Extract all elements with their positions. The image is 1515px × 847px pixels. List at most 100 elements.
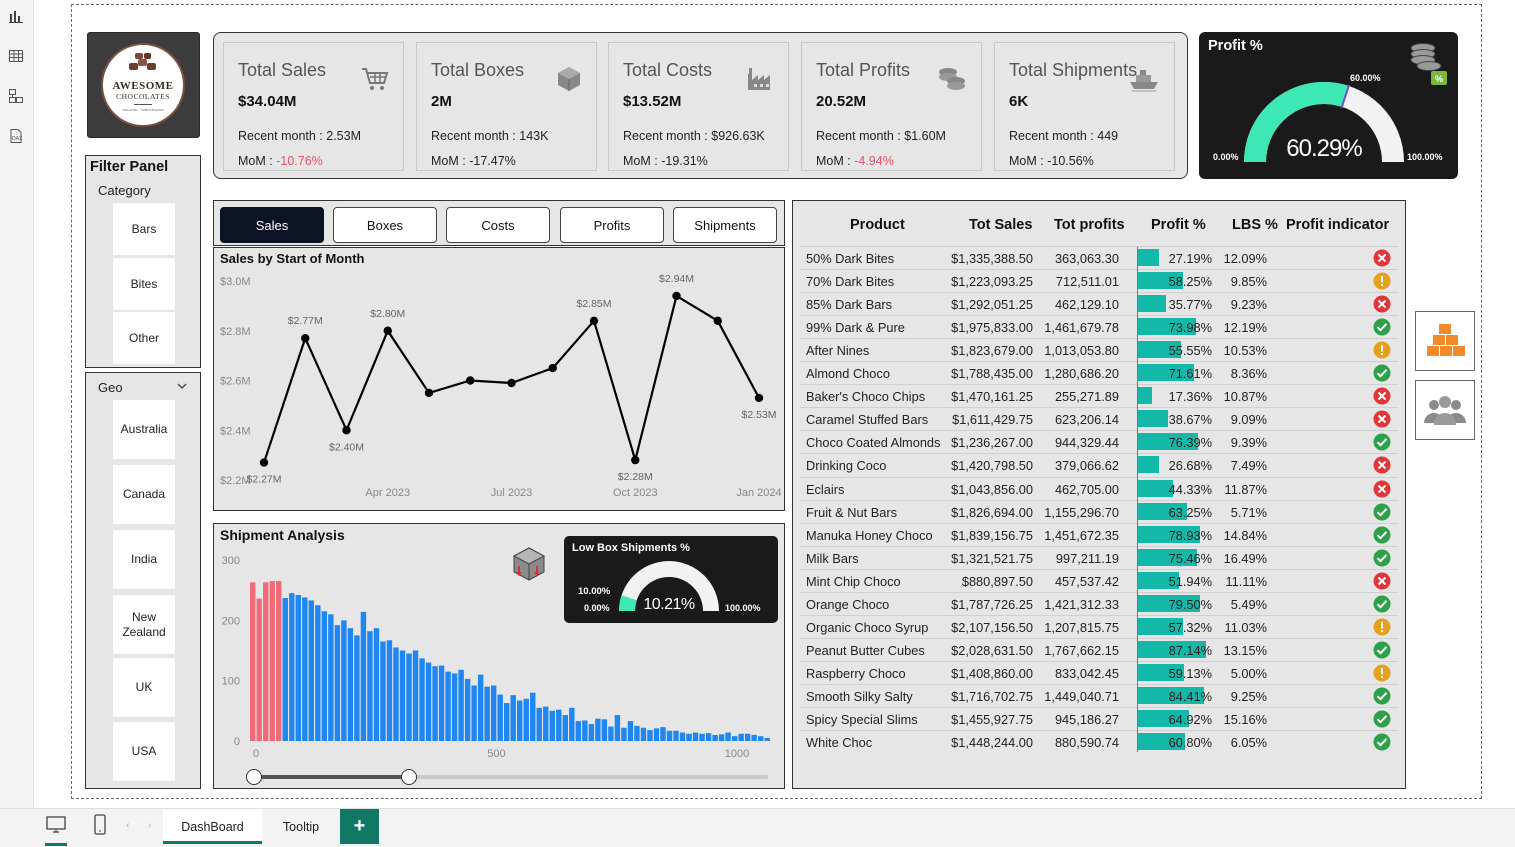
range-slider-handle-min[interactable] bbox=[246, 769, 262, 785]
histogram-bar[interactable] bbox=[289, 593, 295, 741]
range-slider-handle-max[interactable] bbox=[401, 769, 417, 785]
sales-point[interactable] bbox=[672, 291, 681, 301]
histogram-bar[interactable] bbox=[569, 707, 575, 741]
tab-boxes[interactable]: Boxes bbox=[333, 207, 437, 243]
histogram-bar[interactable] bbox=[751, 734, 757, 741]
sales-point[interactable] bbox=[507, 378, 516, 388]
histogram-bar[interactable] bbox=[510, 695, 516, 741]
histogram-bar[interactable] bbox=[608, 726, 614, 741]
table-row[interactable]: Almond Choco $1,788,435.00 1,280,686.20 71.… bbox=[800, 361, 1398, 384]
histogram-bar[interactable] bbox=[438, 665, 445, 741]
kpi-card-boxes[interactable]: Total Boxes 2M Recent month : 143K MoM :… bbox=[416, 42, 597, 171]
histogram-bar[interactable] bbox=[360, 611, 367, 741]
table-row[interactable]: 50% Dark Bites $1,335,388.50 363,063.30 27.… bbox=[800, 246, 1398, 269]
tab-profits[interactable]: Profits bbox=[560, 207, 664, 243]
histogram-bar[interactable] bbox=[490, 685, 497, 741]
histogram-bar[interactable] bbox=[731, 736, 738, 741]
col-header-profit-pct[interactable]: Profit % bbox=[1151, 217, 1206, 233]
col-header-product[interactable]: Product bbox=[850, 217, 905, 233]
histogram-bar[interactable] bbox=[595, 718, 601, 741]
table-view-icon[interactable] bbox=[7, 48, 25, 66]
histogram-bar[interactable] bbox=[256, 598, 262, 741]
dax-query-icon[interactable]: DAX bbox=[7, 128, 25, 146]
table-row[interactable]: Raspberry Choco $1,408,860.00 833,042.45 59… bbox=[800, 660, 1398, 684]
table-row[interactable]: Eclairs $1,043,856.00 462,705.00 44.33% 11.8… bbox=[800, 476, 1398, 500]
histogram-bar[interactable] bbox=[334, 625, 341, 741]
profit-gauge-panel[interactable]: Profit % % 60.00% 0.00% 100.00% 60.29% bbox=[1199, 32, 1458, 179]
sales-point[interactable] bbox=[259, 458, 269, 467]
table-row[interactable]: Caramel Stuffed Bars $1,611,429.75 623,206… bbox=[800, 407, 1398, 430]
model-view-icon[interactable] bbox=[7, 88, 25, 106]
histogram-bar[interactable] bbox=[744, 733, 751, 741]
table-row[interactable]: Drinking Coco $1,420,798.50 379,066.62 26.6… bbox=[800, 453, 1398, 476]
histogram-bar[interactable] bbox=[497, 694, 503, 741]
histogram-bar[interactable] bbox=[582, 720, 588, 741]
geo-chip-australia[interactable]: Australia bbox=[113, 400, 175, 459]
histogram-bar[interactable] bbox=[269, 581, 275, 741]
table-row[interactable]: 70% Dark Bites $1,223,093.25 712,511.01 58.… bbox=[800, 269, 1398, 292]
kpi-card-profits[interactable]: Total Profits 20.52M Recent month : $1.6… bbox=[801, 42, 982, 171]
histogram-bar[interactable] bbox=[588, 724, 595, 741]
histogram-bar[interactable] bbox=[621, 727, 627, 741]
histogram-bar[interactable] bbox=[263, 582, 269, 741]
sales-point[interactable] bbox=[631, 455, 640, 465]
histogram-bar[interactable] bbox=[660, 727, 666, 741]
histogram-bar[interactable] bbox=[653, 728, 660, 741]
histogram-bar[interactable] bbox=[380, 641, 386, 741]
histogram-bar[interactable] bbox=[282, 598, 288, 741]
histogram-bar[interactable] bbox=[451, 673, 458, 741]
col-header-lbs-pct[interactable]: LBS % bbox=[1232, 217, 1278, 233]
histogram-bar[interactable] bbox=[341, 620, 347, 741]
low-box-gauge-card[interactable]: Low Box Shipments % 10.00% 0.00% 100.00%… bbox=[564, 536, 778, 623]
histogram-bar[interactable] bbox=[523, 698, 529, 741]
table-row[interactable]: After Nines $1,823,679.00 1,013,053.80 55.5… bbox=[800, 338, 1398, 361]
kpi-card-shipments[interactable]: Total Shipments 6K Recent month : 449 Mo… bbox=[994, 42, 1175, 171]
histogram-bar[interactable] bbox=[419, 658, 425, 741]
table-row[interactable]: Baker's Choco Chips $1,470,161.25 255,271.… bbox=[800, 384, 1398, 407]
histogram-bar[interactable] bbox=[705, 733, 712, 741]
page-tab-tooltip[interactable]: Tooltip bbox=[263, 809, 339, 844]
histogram-bar[interactable] bbox=[302, 597, 308, 741]
histogram-bar[interactable] bbox=[738, 733, 744, 741]
histogram-bar[interactable] bbox=[308, 600, 315, 741]
tab-shipments[interactable]: Shipments bbox=[673, 207, 777, 243]
geo-chip-usa[interactable]: USA bbox=[113, 722, 175, 781]
geo-chip-new-zealand[interactable]: New Zealand bbox=[113, 595, 175, 654]
table-row[interactable]: Milk Bars $1,321,521.75 997,211.19 75.46% 16… bbox=[800, 545, 1398, 569]
histogram-bar[interactable] bbox=[718, 734, 725, 741]
histogram-bar[interactable] bbox=[347, 628, 354, 741]
histogram-bar[interactable] bbox=[725, 732, 731, 741]
histogram-bar[interactable] bbox=[367, 631, 373, 741]
table-row[interactable]: 85% Dark Bars $1,292,051.25 462,129.10 35.7… bbox=[800, 292, 1398, 315]
page-tab-dashboard[interactable]: DashBoard bbox=[163, 809, 262, 844]
table-row[interactable]: Orange Choco $1,787,726.25 1,421,312.33 79.… bbox=[800, 591, 1398, 615]
sales-point[interactable] bbox=[754, 393, 764, 403]
histogram-bar[interactable] bbox=[484, 686, 490, 741]
col-header-tot-sales[interactable]: Tot Sales bbox=[969, 217, 1032, 233]
table-row[interactable]: Choco Coated Almonds $1,236,267.00 944,329… bbox=[800, 430, 1398, 453]
customers-nav-button[interactable] bbox=[1415, 380, 1475, 440]
category-chip-bites[interactable]: Bites bbox=[113, 258, 175, 310]
histogram-bar[interactable] bbox=[471, 685, 477, 741]
sales-line-chart[interactable]: $3.0M$2.8M$2.6M$2.4M$2.2MApr 2023 Jul 202… bbox=[214, 248, 783, 509]
col-header-profit-indicator[interactable]: Profit indicator bbox=[1286, 217, 1389, 233]
geo-chip-india[interactable]: India bbox=[113, 530, 175, 589]
sales-point[interactable] bbox=[301, 334, 310, 343]
histogram-bar[interactable] bbox=[315, 605, 321, 741]
histogram-bar[interactable] bbox=[764, 737, 770, 741]
histogram-bar[interactable] bbox=[556, 709, 562, 741]
table-row[interactable]: White Choc $1,448,244.00 880,590.74 60.80% 6… bbox=[800, 730, 1398, 753]
histogram-bar[interactable] bbox=[328, 614, 334, 741]
histogram-bar[interactable] bbox=[666, 730, 673, 741]
table-row[interactable]: Smooth Silky Salty $1,716,702.75 1,449,040… bbox=[800, 683, 1398, 707]
histogram-bar[interactable] bbox=[412, 650, 419, 742]
histogram-bar[interactable] bbox=[640, 727, 647, 741]
table-row[interactable]: Peanut Butter Cubes $2,028,631.50 1,767,66… bbox=[800, 637, 1398, 661]
sales-point[interactable] bbox=[548, 363, 557, 373]
histogram-bar[interactable] bbox=[425, 662, 432, 741]
histogram-bar[interactable] bbox=[373, 628, 380, 741]
mobile-view-icon[interactable] bbox=[92, 814, 108, 841]
histogram-bar[interactable] bbox=[464, 678, 471, 741]
histogram-bar[interactable] bbox=[549, 710, 555, 741]
histogram-bar[interactable] bbox=[276, 581, 282, 741]
